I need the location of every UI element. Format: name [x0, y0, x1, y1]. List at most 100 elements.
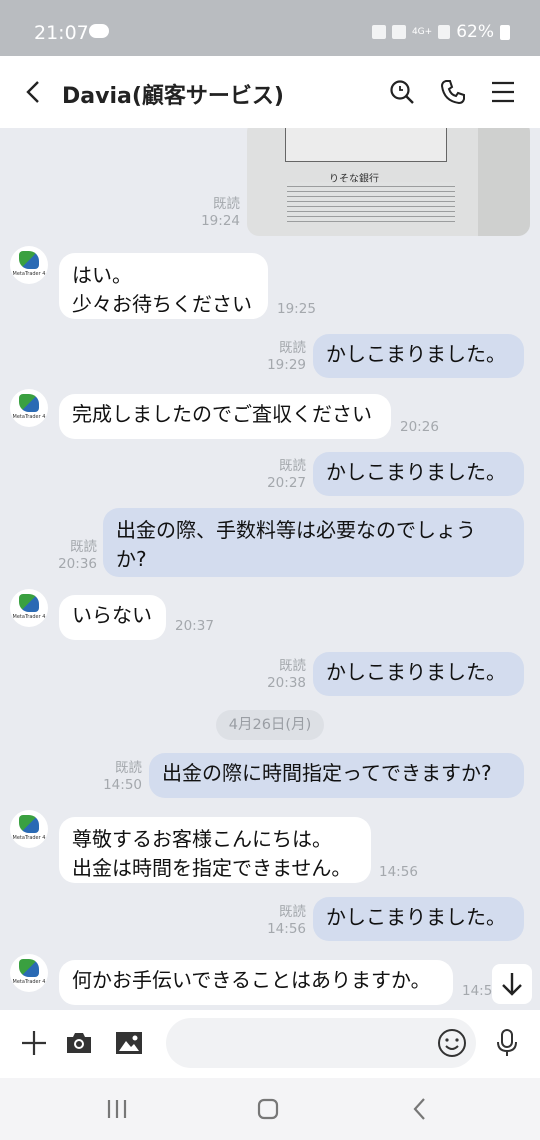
input-bar	[0, 1010, 540, 1078]
message-time: 20:26	[400, 419, 439, 435]
message-line: か?	[116, 547, 147, 571]
message-line: かしこまりました。	[326, 905, 506, 929]
message-meta: 既読 19:29	[262, 340, 306, 374]
search-icon[interactable]	[388, 78, 416, 106]
date-separator: 4月26日(月)	[216, 710, 324, 740]
wifi-calling-icon	[391, 25, 406, 39]
message-line: 出金の際、手数料等は必要なのでしょう	[116, 518, 476, 542]
message-time: 19:24	[201, 213, 240, 229]
message-time: 14:56	[267, 921, 306, 937]
message-line: かしこまりました。	[326, 460, 506, 484]
microphone-icon[interactable]	[492, 1028, 522, 1058]
line-notification-icon	[89, 24, 109, 38]
phone-icon[interactable]	[439, 78, 467, 106]
message-time: 19:25	[277, 301, 316, 317]
message-time: 19:29	[267, 357, 306, 373]
recent-apps-icon[interactable]	[104, 1096, 130, 1122]
message-bubble-outgoing[interactable]: かしこまりました。	[313, 452, 524, 496]
image-icon[interactable]	[114, 1028, 144, 1058]
photo-frame	[285, 128, 447, 162]
message-bubble-outgoing[interactable]: 出金の際に時間指定ってできますか?	[149, 753, 524, 798]
message-meta: 既読 20:38	[262, 658, 306, 692]
photo-edge	[478, 128, 530, 236]
read-receipt: 既読	[279, 904, 306, 920]
metatrader-logo-icon	[19, 594, 39, 612]
metatrader-logo-icon	[19, 959, 39, 977]
photo-message[interactable]: りそな銀行	[247, 128, 530, 236]
status-time: 21:07	[34, 22, 89, 44]
message-meta: 既読 14:56	[262, 904, 306, 938]
message-line: かしこまりました。	[326, 660, 506, 684]
read-receipt: 既読	[115, 760, 142, 776]
message-line: いらない	[72, 603, 152, 627]
emoji-icon[interactable]	[437, 1028, 467, 1058]
message-line: 尊敬するお客様こんにちは。	[72, 827, 332, 851]
scroll-to-bottom-button[interactable]	[492, 964, 532, 1004]
navigation-bar	[0, 1078, 540, 1140]
battery-icon	[500, 24, 510, 40]
chat-title: Davia(顧客サービス)	[62, 84, 284, 109]
message-line: かしこまりました。	[326, 342, 506, 366]
message-line: 出金の際に時間指定ってできますか?	[162, 761, 492, 785]
read-receipt: 既読	[279, 340, 306, 356]
avatar-caption: MetaTrader 4	[12, 979, 46, 985]
message-bubble-incoming[interactable]: 何かお手伝いできることはありますか。	[59, 960, 453, 1005]
avatar-caption: MetaTrader 4	[12, 414, 46, 420]
avatar[interactable]: MetaTrader 4	[10, 246, 48, 284]
message-time: 14:50	[103, 777, 142, 793]
message-meta: 既読 19:24	[196, 196, 240, 230]
message-line: 完成しましたのでご査収ください	[72, 402, 372, 426]
message-line: 少々お待ちください	[72, 292, 252, 316]
avatar-caption: MetaTrader 4	[12, 614, 46, 620]
read-receipt: 既読	[213, 196, 240, 212]
avatar[interactable]: MetaTrader 4	[10, 954, 48, 992]
message-bubble-incoming[interactable]: 尊敬するお客様こんにちは。 出金は時間を指定できません。	[59, 817, 371, 883]
menu-icon[interactable]	[489, 78, 517, 106]
home-icon[interactable]	[255, 1096, 281, 1122]
metatrader-logo-icon	[19, 394, 39, 412]
read-receipt: 既読	[279, 458, 306, 474]
avatar[interactable]: MetaTrader 4	[10, 589, 48, 627]
network-type: 4G+	[411, 27, 433, 37]
message-time: 20:36	[58, 556, 97, 572]
camera-icon[interactable]	[64, 1028, 94, 1058]
message-meta: 既読 20:36	[52, 539, 97, 573]
avatar-caption: MetaTrader 4	[12, 835, 46, 841]
nav-back-icon[interactable]	[407, 1096, 433, 1122]
avatar[interactable]: MetaTrader 4	[10, 389, 48, 427]
message-line: はい。	[72, 263, 132, 287]
message-input[interactable]	[166, 1018, 476, 1068]
message-time: 20:27	[267, 475, 306, 491]
message-time: 20:38	[267, 675, 306, 691]
metatrader-logo-icon	[19, 815, 39, 833]
avatar-caption: MetaTrader 4	[12, 271, 46, 277]
signal-icon	[438, 25, 451, 39]
message-bubble-incoming[interactable]: 完成しましたのでご査収ください	[59, 394, 391, 439]
message-meta: 既読 14:50	[98, 760, 142, 794]
chat-area[interactable]: りそな銀行 既読 19:24 MetaTrader 4 はい。 少々お待ちくださ…	[0, 128, 540, 1010]
message-bubble-outgoing[interactable]: 出金の際、手数料等は必要なのでしょう か?	[103, 508, 524, 577]
message-time: 14:56	[379, 864, 418, 880]
message-meta: 既読 20:27	[262, 458, 306, 492]
message-bubble-incoming[interactable]: いらない	[59, 595, 166, 640]
status-right: 4G+ 62%	[371, 22, 510, 42]
avatar[interactable]: MetaTrader 4	[10, 810, 48, 848]
arrow-down-icon	[502, 973, 522, 996]
message-bubble-incoming[interactable]: はい。 少々お待ちください	[59, 253, 268, 319]
photo-text-lines	[287, 182, 455, 222]
mute-icon	[371, 25, 386, 39]
read-receipt: 既読	[279, 658, 306, 674]
chat-header: Davia(顧客サービス)	[0, 56, 540, 128]
message-bubble-outgoing[interactable]: かしこまりました。	[313, 334, 524, 378]
back-icon[interactable]	[22, 80, 46, 104]
read-receipt: 既読	[70, 539, 97, 555]
message-bubble-outgoing[interactable]: かしこまりました。	[313, 652, 524, 696]
message-bubble-outgoing[interactable]: かしこまりました。	[313, 897, 524, 941]
status-bar: 21:07 4G+ 62%	[0, 0, 540, 56]
message-line: 出金は時間を指定できません。	[72, 856, 352, 880]
plus-icon[interactable]	[19, 1028, 49, 1058]
message-line: 何かお手伝いできることはありますか。	[72, 968, 431, 992]
metatrader-logo-icon	[19, 251, 39, 269]
message-time: 20:37	[175, 618, 214, 634]
battery-percent: 62%	[456, 22, 494, 42]
